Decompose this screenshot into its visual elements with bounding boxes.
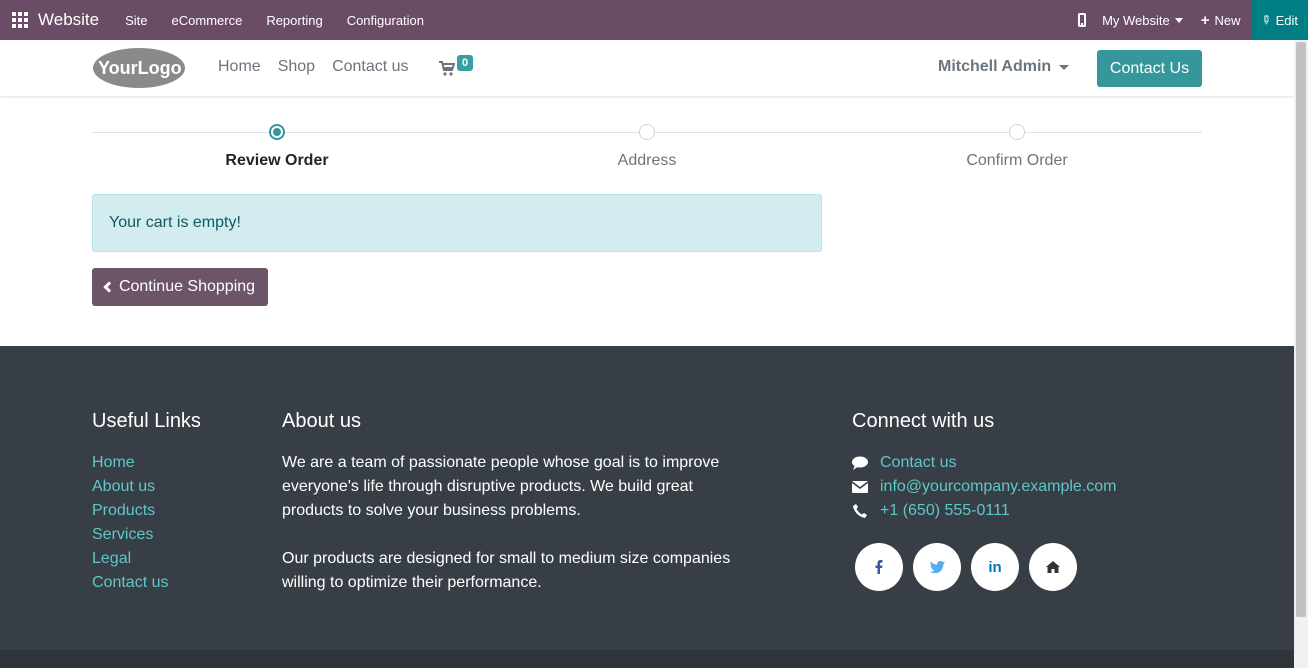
useful-links-title: Useful Links: [92, 410, 201, 432]
mobile-preview-icon[interactable]: [1078, 13, 1087, 27]
admin-bar-right: My Website + New ✎ Edit: [1078, 0, 1308, 40]
website-selector-label: My Website: [1102, 12, 1170, 28]
footer-link-contact-us[interactable]: Contact us: [92, 571, 201, 595]
connect-title: Connect with us: [852, 410, 995, 432]
continue-shopping-button[interactable]: Continue Shopping: [92, 268, 268, 306]
contact-row: info@yourcompany.example.com: [852, 475, 1117, 499]
main-nav: Home Shop Contact us: [218, 58, 426, 76]
connect-contact-link[interactable]: Contact us: [880, 451, 956, 475]
step-label: Review Order: [225, 152, 329, 169]
linkedin-icon[interactable]: in: [971, 543, 1019, 591]
about-paragraph-1: We are a team of passionate people whose…: [282, 454, 720, 519]
apps-grid-icon[interactable]: [12, 12, 28, 28]
continue-shopping-label: Continue Shopping: [118, 278, 256, 295]
phone-icon: [852, 504, 868, 518]
contact-row: +1 (650) 555-0111: [852, 499, 1117, 523]
footer-link-products[interactable]: Products: [92, 499, 201, 523]
caret-down-icon: [1174, 17, 1183, 23]
caret-down-icon: [1059, 64, 1070, 70]
step-dot-active: [269, 124, 285, 140]
envelope-icon: [852, 481, 868, 493]
website-header: YourLogo Home Shop Contact us 0 Mitchell…: [0, 40, 1294, 97]
admin-menu-site[interactable]: Site: [125, 13, 147, 28]
social-links: in: [855, 543, 1117, 591]
shopping-cart-icon: [439, 61, 455, 76]
page-scrollbar[interactable]: [1294, 40, 1308, 668]
about-paragraph-2: Our products are designed for small to m…: [282, 550, 731, 591]
step-dot: [639, 124, 655, 140]
nav-shop[interactable]: Shop: [278, 58, 315, 76]
nav-contact-us[interactable]: Contact us: [332, 58, 408, 76]
chevron-left-icon: [103, 281, 115, 293]
footer-connect: Connect with us Contact us info@yourcomp…: [852, 410, 1117, 591]
about-title: About us: [282, 410, 361, 432]
app-brand[interactable]: Website: [38, 10, 99, 30]
new-button[interactable]: + New: [1201, 13, 1241, 28]
facebook-icon[interactable]: [855, 543, 903, 591]
plus-icon: +: [1200, 11, 1210, 29]
admin-menu-configuration[interactable]: Configuration: [347, 13, 424, 28]
user-name: Mitchell Admin: [938, 58, 1052, 75]
footer-link-services[interactable]: Services: [92, 523, 201, 547]
edit-button[interactable]: ✎ Edit: [1250, 0, 1308, 40]
footer-link-legal[interactable]: Legal: [92, 547, 201, 571]
footer-link-about-us[interactable]: About us: [92, 475, 201, 499]
contact-us-button[interactable]: Contact Us: [1097, 50, 1202, 87]
empty-cart-alert: Your cart is empty!: [92, 194, 822, 252]
edit-button-label: Edit: [1275, 12, 1298, 28]
pencil-icon: ✎: [1257, 11, 1275, 29]
cart-count-badge: 0: [457, 55, 474, 71]
company-logo[interactable]: YourLogo: [92, 47, 186, 89]
twitter-icon[interactable]: [913, 543, 961, 591]
footer-useful-links: Useful Links Home About us Products Serv…: [92, 410, 201, 595]
admin-menu-reporting[interactable]: Reporting: [266, 13, 322, 28]
email-link[interactable]: info@yourcompany.example.com: [880, 475, 1117, 499]
contact-row: Contact us: [852, 451, 1117, 475]
footer-copyright-bar: [0, 650, 1294, 668]
website-selector[interactable]: My Website: [1102, 13, 1183, 28]
step-address: Address: [547, 124, 747, 170]
comment-icon: [852, 456, 868, 470]
cart-link[interactable]: 0: [439, 55, 474, 78]
step-label: Address: [617, 152, 677, 169]
nav-home[interactable]: Home: [218, 58, 261, 76]
step-review-order[interactable]: Review Order: [177, 124, 377, 170]
phone-link[interactable]: +1 (650) 555-0111: [880, 499, 1010, 523]
step-confirm-order: Confirm Order: [917, 124, 1117, 170]
admin-menu-ecommerce[interactable]: eCommerce: [172, 13, 243, 28]
new-button-label: New: [1214, 12, 1241, 28]
home-icon[interactable]: [1029, 543, 1077, 591]
footer-link-home[interactable]: Home: [92, 451, 201, 475]
user-menu[interactable]: Mitchell Admin: [938, 58, 1070, 76]
checkout-progress: Review Order Address Confirm Order: [92, 120, 1202, 180]
logo-text: YourLogo: [98, 58, 182, 78]
footer-about: About us We are a team of passionate peo…: [282, 410, 732, 595]
scrollbar-thumb[interactable]: [1296, 42, 1306, 617]
step-dot: [1009, 124, 1025, 140]
step-label: Confirm Order: [966, 152, 1068, 169]
admin-top-bar: Website Site eCommerce Reporting Configu…: [0, 0, 1308, 40]
admin-menu: Site eCommerce Reporting Configuration: [113, 13, 436, 28]
site-footer: Useful Links Home About us Products Serv…: [0, 346, 1294, 650]
